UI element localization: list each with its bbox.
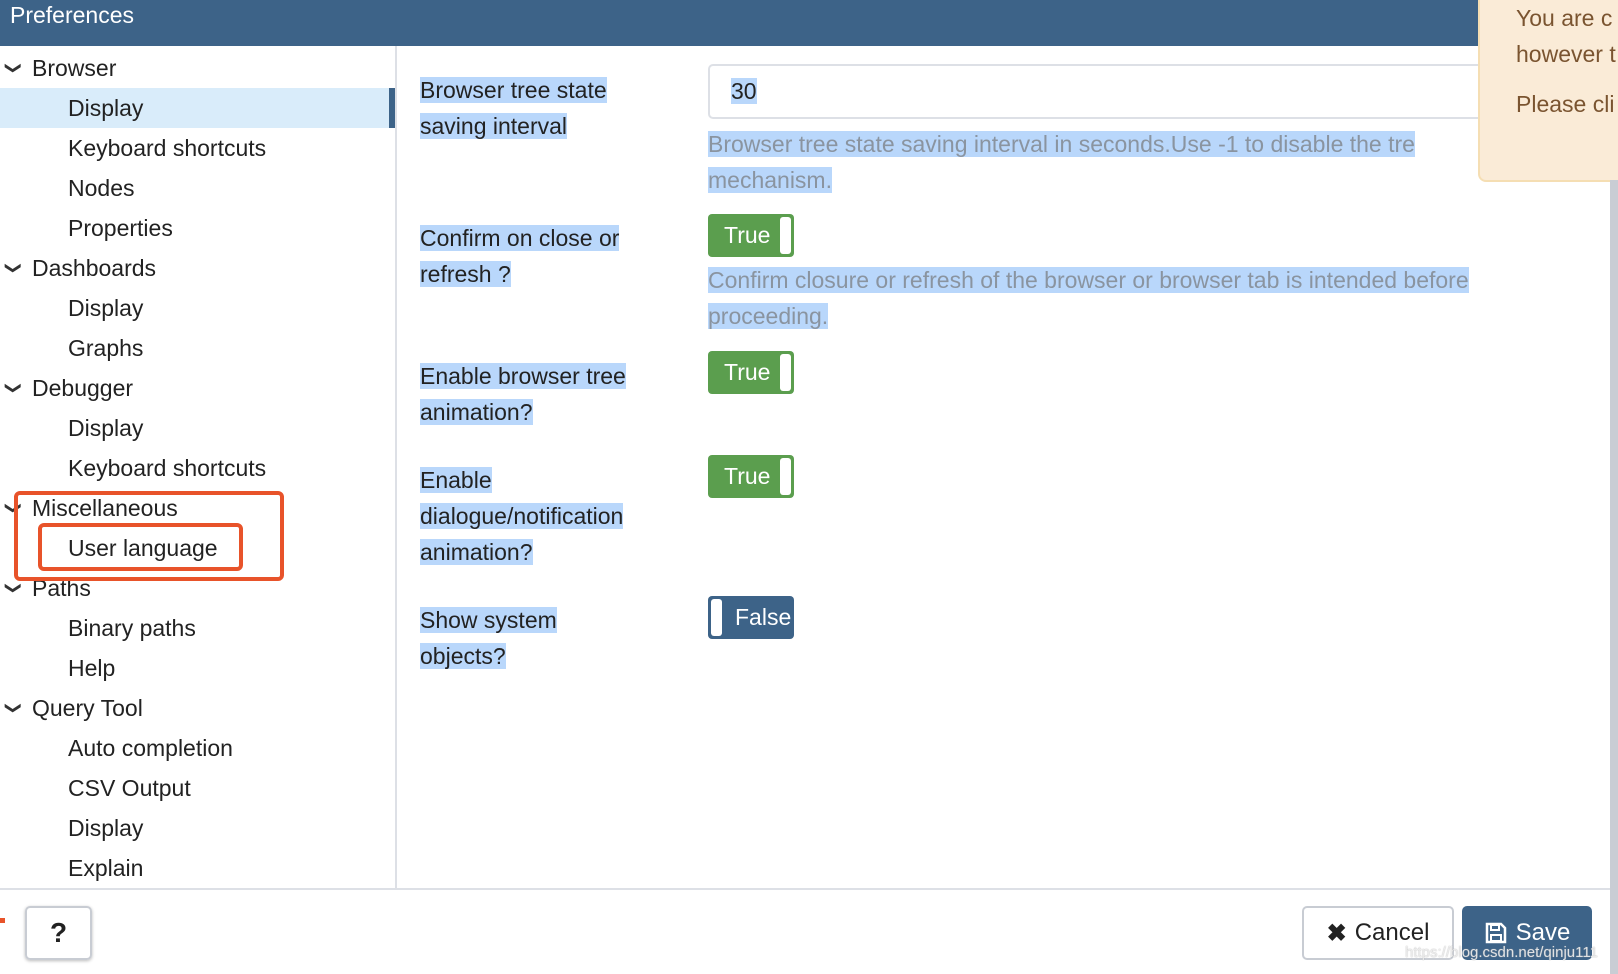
tree-item-label: Dashboards <box>32 255 157 281</box>
toast-line: however t <box>1516 41 1616 67</box>
tree-item-label: Debugger <box>32 375 134 401</box>
chevron-down-icon[interactable]: ❯ <box>0 61 33 74</box>
tree-group[interactable]: ❯ Debugger <box>0 368 395 408</box>
watermark: https://blog.csdn.net/qinju111 <box>1405 944 1598 961</box>
system-objects-label: Show system objects? <box>420 607 557 669</box>
chevron-down-icon[interactable]: ❯ <box>0 581 33 594</box>
tree-item[interactable]: CSV Output <box>0 768 395 808</box>
tree-item-label: Explain <box>68 855 144 881</box>
chevron-down-icon[interactable]: ❯ <box>0 381 33 394</box>
tree-item-label: Display <box>68 95 144 121</box>
tree-item[interactable]: Display <box>0 808 395 848</box>
tree-group[interactable]: ❯ Browser <box>0 48 395 88</box>
tree-item-label: Keyboard shortcuts <box>68 455 267 481</box>
tree-state-label: Browser tree state saving interval <box>420 77 607 139</box>
confirm-close-label: Confirm on close or refresh ? <box>420 225 620 287</box>
tree-item[interactable]: Display <box>0 408 395 448</box>
annotation-box-user-language <box>38 523 243 571</box>
tree-item[interactable]: Auto completion <box>0 728 395 768</box>
tree-item[interactable]: Keyboard shortcuts <box>0 128 395 168</box>
tree-item[interactable]: Display <box>0 88 395 128</box>
dialog-footer: ? ✖ Cancel Save <box>0 888 1610 974</box>
dialog-animation-label: Enable dialogue/notification animation? <box>420 467 624 565</box>
tree-group[interactable]: ❯ Query Tool <box>0 688 395 728</box>
confirm-close-help: Confirm closure or refresh of the browse… <box>708 267 1469 329</box>
tree-item-label: Properties <box>68 215 173 241</box>
tree-item[interactable]: Help <box>0 648 395 688</box>
toast-line: You are c <box>1516 5 1613 31</box>
confirm-close-toggle[interactable]: True <box>708 214 794 257</box>
system-objects-toggle[interactable]: False <box>708 596 794 639</box>
tree-item[interactable]: Keyboard shortcuts <box>0 448 395 488</box>
tree-item-label: CSV Output <box>68 775 191 801</box>
tree-item-label: Auto completion <box>68 735 233 761</box>
dialog-animation-toggle[interactable]: True <box>708 455 794 498</box>
tree-item[interactable]: Nodes <box>0 168 395 208</box>
tree-item-label: Display <box>68 815 144 841</box>
tree-item[interactable]: Properties <box>0 208 395 248</box>
tree-group[interactable]: ❯ Dashboards <box>0 248 395 288</box>
floppy-disk-icon <box>1485 922 1506 944</box>
tree-item[interactable]: Graphs <box>0 328 395 368</box>
tree-animation-label: Enable browser tree animation? <box>420 363 626 425</box>
tree-item-label: Keyboard shortcuts <box>68 135 267 161</box>
tree-item-label: Display <box>68 415 144 441</box>
toast-line: Please cli <box>1516 91 1615 117</box>
tree-item-label: Binary paths <box>68 615 196 641</box>
tree-item-label: Browser <box>32 55 117 81</box>
scrollbar[interactable] <box>1610 180 1618 974</box>
chevron-down-icon[interactable]: ❯ <box>0 701 33 714</box>
tree-state-interval-input[interactable]: 30 <box>708 64 1508 119</box>
tree-item[interactable]: Binary paths <box>0 608 395 648</box>
tree-item[interactable]: Display <box>0 288 395 328</box>
tree-item-label: Help <box>68 655 116 681</box>
tree-item[interactable]: Explain <box>0 848 395 888</box>
help-button[interactable]: ? <box>25 906 92 960</box>
preferences-tree: ❯ Browser Display Keyboard shortcuts Nodes Pr… <box>0 46 397 888</box>
tree-item-label: Query Tool <box>32 695 143 721</box>
tree-item-label: Nodes <box>68 175 135 201</box>
close-icon: ✖ <box>1326 919 1347 947</box>
notification-toast: You are c however t Please cli <box>1478 0 1618 182</box>
tree-animation-toggle[interactable]: True <box>708 351 794 394</box>
settings-panel: Browser tree state saving interval 30 Bro… <box>399 46 1618 888</box>
tree-item-label: Graphs <box>68 335 144 361</box>
tree-item-label: Display <box>68 295 144 321</box>
dialog-title: Preferences <box>0 0 1618 46</box>
chevron-down-icon[interactable]: ❯ <box>0 261 33 274</box>
tree-state-help: Browser tree state saving interval in se… <box>708 131 1415 193</box>
